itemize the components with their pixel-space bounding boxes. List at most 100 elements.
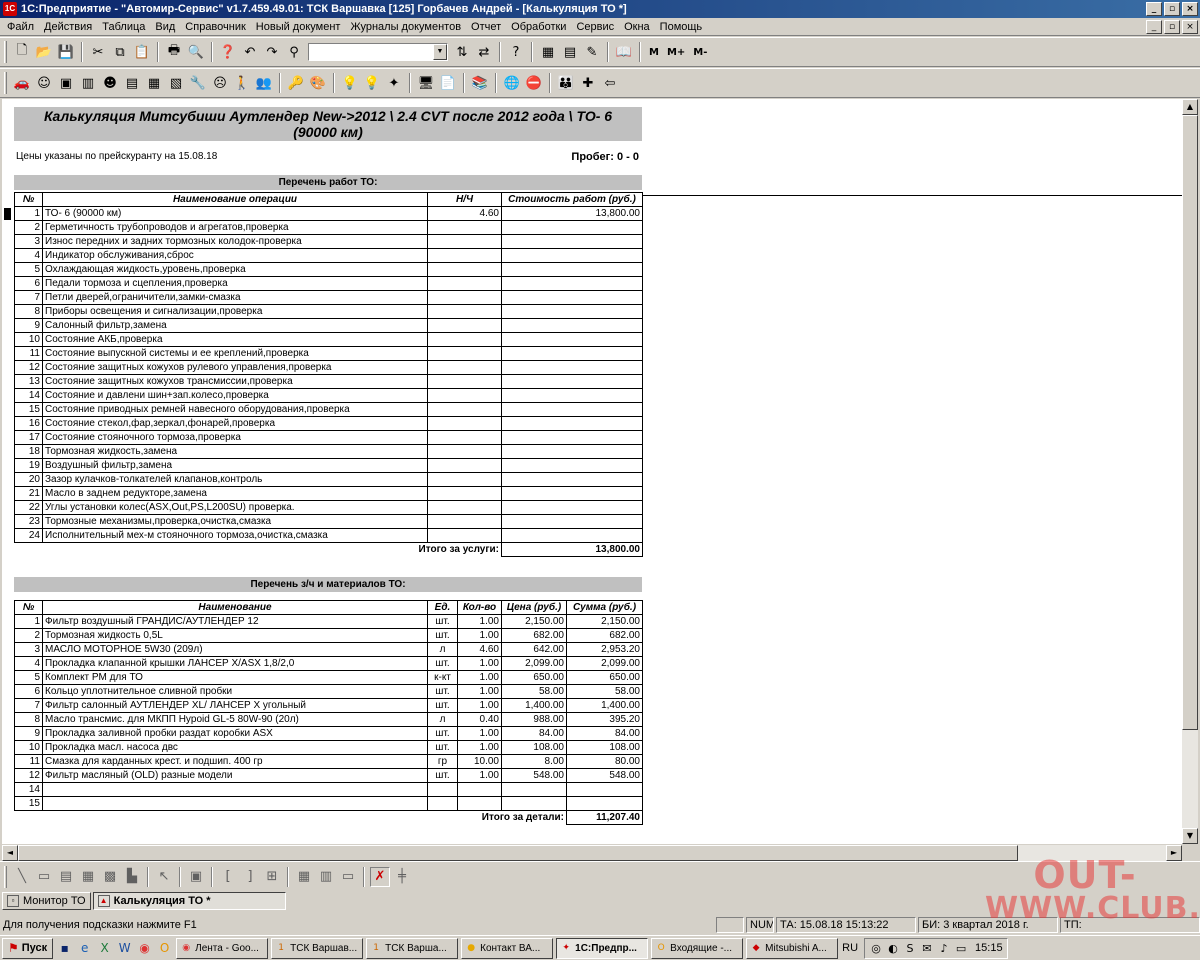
sum-cell[interactable] bbox=[566, 782, 643, 797]
work-cost-cell[interactable] bbox=[501, 416, 643, 431]
language-indicator[interactable]: RU bbox=[842, 942, 858, 954]
menu-report[interactable]: Отчет bbox=[466, 21, 506, 33]
unit-cell[interactable] bbox=[427, 796, 458, 811]
face-icon[interactable]: ☹ bbox=[210, 73, 230, 93]
table-row[interactable]: 14 Состояние и давлени шин+зап.колесо,про… bbox=[14, 388, 643, 403]
calculator-icon[interactable]: ▦ bbox=[538, 42, 558, 62]
table-row[interactable]: 4 Индикатор обслуживания,сброс bbox=[14, 248, 643, 263]
unit-cell[interactable] bbox=[427, 782, 458, 797]
table-row[interactable]: 19 Воздушный фильтр,замена bbox=[14, 458, 643, 473]
norm-hours-cell[interactable] bbox=[427, 234, 502, 249]
sum-cell[interactable]: 548.00 bbox=[566, 768, 643, 783]
act-icon[interactable]: ▤ bbox=[122, 73, 142, 93]
operation-name-cell[interactable]: Зазор кулачков-толкателей клапанов,контр… bbox=[42, 472, 428, 487]
grid-toggle-icon[interactable]: ✗ bbox=[370, 866, 390, 887]
globe-icon[interactable]: 🌐 bbox=[502, 73, 522, 93]
table-row[interactable]: 5 Комплект РМ для ТО к-кт 1.00 650.00 650.00 bbox=[14, 670, 643, 685]
headers-toggle-icon[interactable]: ╪ bbox=[392, 867, 412, 887]
row-number-cell[interactable]: 17 bbox=[14, 430, 43, 445]
norm-hours-cell[interactable] bbox=[427, 290, 502, 305]
work-cost-cell[interactable] bbox=[501, 388, 643, 403]
unit-cell[interactable]: шт. bbox=[427, 656, 458, 671]
help-context-icon[interactable]: ❓ bbox=[218, 42, 238, 62]
cells-icon[interactable]: ▦ bbox=[294, 867, 314, 887]
table-row[interactable]: 21 Масло в заднем редукторе,замена bbox=[14, 486, 643, 501]
table-row[interactable]: 9 Прокладка заливной пробки раздат коробк… bbox=[14, 726, 643, 741]
work-cost-cell[interactable] bbox=[501, 290, 643, 305]
part-name-cell[interactable]: Прокладка масл. насоса двс bbox=[42, 740, 428, 755]
unit-cell[interactable]: шт. bbox=[427, 628, 458, 643]
undo-icon[interactable]: ↶ bbox=[240, 42, 260, 62]
row-number-cell[interactable]: 12 bbox=[14, 360, 43, 375]
toolbar-grip[interactable] bbox=[4, 41, 7, 63]
row-number-cell[interactable]: 14 bbox=[14, 388, 43, 403]
price-cell[interactable]: 8.00 bbox=[501, 754, 567, 769]
quantity-cell[interactable]: 4.60 bbox=[457, 642, 502, 657]
toolbar-grip[interactable] bbox=[4, 72, 7, 94]
work-cost-cell[interactable] bbox=[501, 360, 643, 375]
quantity-cell[interactable]: 0.40 bbox=[457, 712, 502, 727]
row-number-cell[interactable]: 4 bbox=[14, 656, 43, 671]
part-name-cell[interactable]: Смазка для карданных крест. и подшип. 40… bbox=[42, 754, 428, 769]
row-number-cell[interactable]: 16 bbox=[14, 416, 43, 431]
scroll-left-icon[interactable]: ◄ bbox=[2, 845, 18, 861]
sum-cell[interactable]: 2,953.20 bbox=[566, 642, 643, 657]
part-name-cell[interactable]: Фильтр масляный (OLD) разные модели bbox=[42, 768, 428, 783]
users-icon[interactable]: 👪 bbox=[556, 73, 576, 93]
norm-hours-cell[interactable] bbox=[427, 416, 502, 431]
price-cell[interactable]: 1,400.00 bbox=[501, 698, 567, 713]
work-cost-cell[interactable] bbox=[501, 304, 643, 319]
operation-name-cell[interactable]: Петли дверей,ограничители,замки-смазка bbox=[42, 290, 428, 305]
work-cost-cell[interactable] bbox=[501, 514, 643, 529]
window-title-bar[interactable]: 1C 1С:Предприятие - "Автомир-Сервис" v1.… bbox=[0, 0, 1200, 18]
row-number-cell[interactable]: 14 bbox=[14, 782, 43, 797]
row-number-cell[interactable]: 21 bbox=[14, 486, 43, 501]
norm-hours-cell[interactable] bbox=[427, 458, 502, 473]
price-cell[interactable]: 108.00 bbox=[501, 740, 567, 755]
unit-cell[interactable]: шт. bbox=[427, 740, 458, 755]
row-number-cell[interactable]: 1 bbox=[14, 206, 43, 221]
table-row[interactable]: 8 Масло трансмис. для МКПП Hypoid GL-5 80… bbox=[14, 712, 643, 727]
sum-cell[interactable]: 80.00 bbox=[566, 754, 643, 769]
table-row[interactable]: 11 Состояние выпускной системы и ее крепл… bbox=[14, 346, 643, 361]
chart-tool-icon[interactable]: ▙ bbox=[122, 867, 142, 887]
print-icon[interactable]: 🖶 bbox=[164, 42, 184, 62]
operation-name-cell[interactable]: Индикатор обслуживания,сброс bbox=[42, 248, 428, 263]
part-name-cell[interactable]: Фильтр салонный АУТЛЕНДЕР XL/ ЛАНСЕР X у… bbox=[42, 698, 428, 713]
norm-hours-cell[interactable] bbox=[427, 318, 502, 333]
work-cost-cell[interactable] bbox=[501, 234, 643, 249]
operation-name-cell[interactable]: Масло в заднем редукторе,замена bbox=[42, 486, 428, 501]
work-cost-cell[interactable] bbox=[501, 220, 643, 235]
goods-icon[interactable]: ▥ bbox=[78, 73, 98, 93]
menu-help[interactable]: Помощь bbox=[655, 21, 708, 33]
table-row[interactable]: 17 Состояние стояночного тормоза,проверка bbox=[14, 430, 643, 445]
sum-cell[interactable]: 650.00 bbox=[566, 670, 643, 685]
work-cost-cell[interactable] bbox=[501, 276, 643, 291]
row-number-cell[interactable]: 11 bbox=[14, 346, 43, 361]
operation-name-cell[interactable]: ТО- 6 (90000 км) bbox=[42, 206, 428, 221]
row-number-cell[interactable]: 3 bbox=[14, 642, 43, 657]
sum-cell[interactable]: 2,150.00 bbox=[566, 614, 643, 629]
restore-button[interactable]: ▫ bbox=[1164, 2, 1180, 16]
save-icon[interactable]: 💾 bbox=[56, 42, 76, 62]
bracket-open-icon[interactable]: [ bbox=[218, 867, 238, 887]
operation-name-cell[interactable]: Герметичность трубопроводов и агрегатов,… bbox=[42, 220, 428, 235]
doc-restore-button[interactable]: ▫ bbox=[1164, 19, 1180, 34]
work-cost-cell[interactable] bbox=[501, 346, 643, 361]
operation-name-cell[interactable]: Состояние стояночного тормоза,проверка bbox=[42, 430, 428, 445]
operation-name-cell[interactable]: Износ передних и задних тормозных колодо… bbox=[42, 234, 428, 249]
unit-cell[interactable]: к-кт bbox=[427, 670, 458, 685]
price-cell[interactable]: 548.00 bbox=[501, 768, 567, 783]
book-icon[interactable]: 📖 bbox=[614, 42, 634, 62]
operation-name-cell[interactable]: Состояние АКБ,проверка bbox=[42, 332, 428, 347]
norm-hours-cell[interactable] bbox=[427, 304, 502, 319]
row-number-cell[interactable]: 24 bbox=[14, 528, 43, 543]
norm-hours-cell[interactable] bbox=[427, 220, 502, 235]
table-row[interactable]: 9 Салонный фильтр,замена bbox=[14, 318, 643, 333]
work-cost-cell[interactable] bbox=[501, 430, 643, 445]
row-number-cell[interactable]: 6 bbox=[14, 276, 43, 291]
volume-icon[interactable]: ♪ bbox=[937, 942, 951, 955]
table-row[interactable]: 12 Состояние защитных кожухов рулевого уп… bbox=[14, 360, 643, 375]
scroll-down-icon[interactable]: ▼ bbox=[1182, 828, 1198, 844]
row-number-cell[interactable]: 20 bbox=[14, 472, 43, 487]
